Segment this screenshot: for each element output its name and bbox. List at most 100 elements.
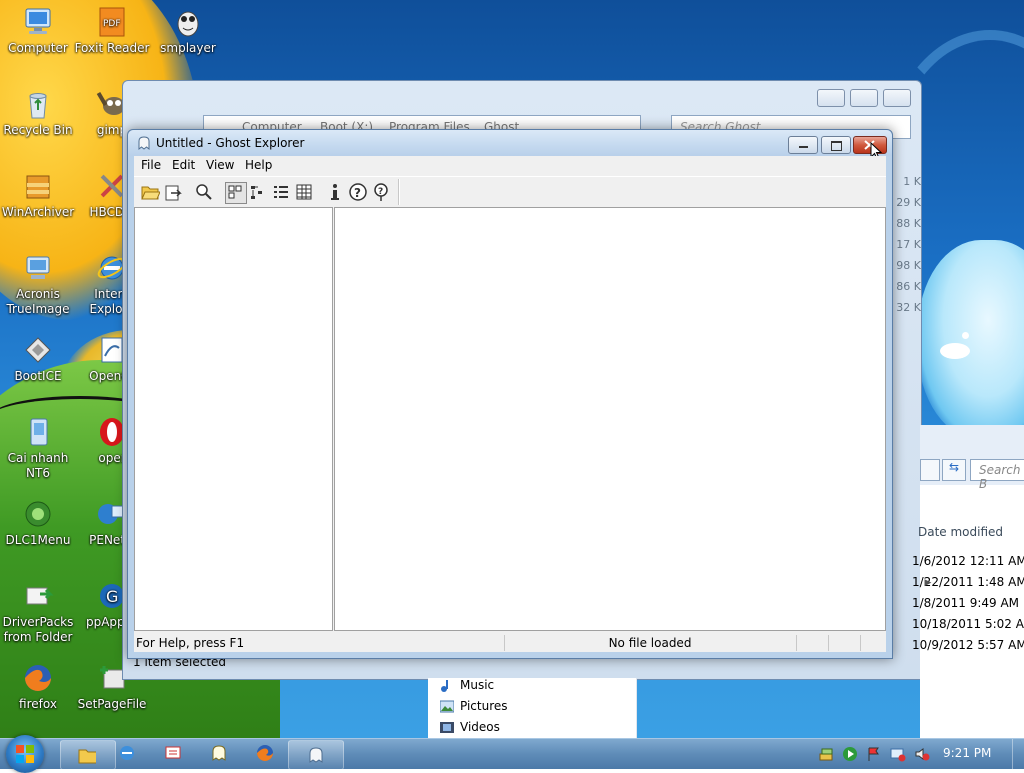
size-cell: 86 K xyxy=(896,280,921,293)
nav-item-music[interactable]: Music xyxy=(441,675,495,696)
menu-help[interactable]: Help xyxy=(245,158,272,172)
desktop-icon-acronis[interactable]: Acronis TrueImage xyxy=(0,252,76,317)
maximize-icon xyxy=(831,141,842,151)
taskbar-explorer[interactable] xyxy=(60,740,116,770)
menu-file[interactable]: File xyxy=(141,158,161,172)
nav-item-pictures[interactable]: Pictures xyxy=(440,696,508,717)
tray-stack-icon[interactable] xyxy=(818,746,834,762)
network-taskbar-icon[interactable] xyxy=(164,744,182,762)
clock[interactable]: 9:21 PM xyxy=(943,746,991,760)
firefox-taskbar-icon[interactable] xyxy=(256,744,274,762)
ghost-explorer-taskbar-icon xyxy=(309,747,323,763)
context-help-button[interactable]: ? xyxy=(371,182,391,202)
ghost-app-icon xyxy=(138,136,150,151)
date-modified-header[interactable]: Date modified xyxy=(918,525,1003,539)
extract-icon xyxy=(165,185,182,201)
wallpaper-cloud xyxy=(918,240,1024,440)
view-list-button[interactable] xyxy=(271,182,291,202)
status-help-text: For Help, press F1 xyxy=(136,636,245,650)
back-size-column: 1 K 29 K 88 K 17 K 98 K 86 K 32 K xyxy=(893,171,921,318)
svg-text:G: G xyxy=(106,587,118,606)
properties-button[interactable] xyxy=(325,182,345,202)
title-bar[interactable]: Untitled - Ghost Explorer xyxy=(128,130,892,160)
show-desktop-button[interactable] xyxy=(1012,739,1024,769)
date-cell: 1/6/2012 12:11 AM xyxy=(912,554,1024,568)
computer-icon xyxy=(22,6,54,38)
size-cell: 1 K xyxy=(903,175,921,188)
resize-grip[interactable] xyxy=(860,635,885,651)
desktop-icon-computer[interactable]: Computer xyxy=(0,6,76,56)
details-view-icon xyxy=(296,184,312,200)
cloud-eye xyxy=(962,332,969,339)
desktop-icon-dlc1menu[interactable]: DLC1Menu xyxy=(0,498,76,548)
media-player-tray-icon[interactable] xyxy=(842,746,858,762)
svg-text:?: ? xyxy=(354,186,361,200)
minimize-button[interactable] xyxy=(788,136,818,154)
refresh-icon[interactable]: ⇆ xyxy=(942,459,966,481)
desktop-icon-firefox[interactable]: firefox xyxy=(0,662,76,712)
back-maximize-button[interactable] xyxy=(850,89,878,107)
scroll-right-icon[interactable]: ▶ xyxy=(920,575,936,591)
library-dropdown-button[interactable] xyxy=(920,459,940,481)
library-window[interactable]: ⇆ Search B Date modified 1/6/2012 12:11 … xyxy=(912,425,1024,738)
installer-icon xyxy=(22,416,54,448)
size-cell: 17 K xyxy=(896,238,921,251)
nav-label: Music xyxy=(460,678,495,692)
help-button[interactable]: ? xyxy=(348,182,368,202)
pdf-icon: PDF xyxy=(96,6,128,38)
library-search-input[interactable]: Search B xyxy=(970,459,1024,491)
taskbar-ghost-explorer[interactable] xyxy=(288,740,344,770)
start-button[interactable] xyxy=(6,735,44,773)
tree-pane[interactable] xyxy=(134,207,333,631)
videos-icon xyxy=(440,722,454,733)
svg-text:?: ? xyxy=(378,187,383,197)
size-cell: 88 K xyxy=(896,217,921,230)
minimize-icon xyxy=(799,146,808,148)
maximize-button[interactable] xyxy=(821,136,851,154)
open-button[interactable] xyxy=(140,182,161,202)
size-cell: 29 K xyxy=(896,196,921,209)
large-icons-view-icon xyxy=(228,185,242,199)
size-cell: 98 K xyxy=(896,259,921,272)
menu-edit[interactable]: Edit xyxy=(172,158,195,172)
list-view-icon xyxy=(274,186,288,198)
network-tray-icon[interactable] xyxy=(890,746,906,762)
file-list-pane[interactable] xyxy=(334,207,886,631)
pictures-icon xyxy=(440,700,454,713)
svg-text:PDF: PDF xyxy=(103,19,121,29)
desktop-icon-foxit-reader[interactable]: PDF Foxit Reader xyxy=(74,6,150,56)
archive-icon xyxy=(22,170,54,202)
ghost-explorer-window[interactable]: Untitled - Ghost Explorer File Edit View… xyxy=(127,129,893,659)
library-search-placeholder: Search B xyxy=(979,463,1021,491)
back-minimize-button[interactable] xyxy=(817,89,845,107)
desktop-icon-smplayer[interactable]: smplayer xyxy=(150,6,226,56)
desktop-icon-driverpacks[interactable]: DriverPacks from Folder xyxy=(0,580,76,645)
view-details-button[interactable] xyxy=(294,182,314,202)
library-navigation-pane: Music Pictures Videos xyxy=(428,678,637,738)
menu-view[interactable]: View xyxy=(206,158,234,172)
desktop-icon-bootice[interactable]: BootICE xyxy=(0,334,76,384)
smplayer-icon xyxy=(172,6,204,38)
volume-muted-icon[interactable] xyxy=(914,746,930,762)
desktop-icon-cai-nhanh[interactable]: Cai nhanh NT6 xyxy=(0,416,76,481)
driverpacks-icon xyxy=(22,580,54,612)
desktop-icon-winarchiver[interactable]: WinArchiver xyxy=(0,170,76,220)
flag-tray-icon[interactable] xyxy=(866,746,882,762)
taskbar: 9:21 PM xyxy=(0,735,1024,773)
find-button[interactable] xyxy=(194,182,214,202)
ghost-taskbar-icon[interactable] xyxy=(210,744,228,762)
status-panel xyxy=(828,635,859,651)
view-small-icons-button[interactable] xyxy=(248,182,268,202)
nav-item-videos[interactable]: Videos xyxy=(440,717,500,738)
extract-button[interactable] xyxy=(163,182,183,202)
desktop-icon-recycle-bin[interactable]: Recycle Bin xyxy=(0,88,76,138)
search-icon xyxy=(196,184,212,200)
date-cell: 10/18/2011 5:02 AM xyxy=(912,617,1024,631)
back-close-button[interactable] xyxy=(883,89,911,107)
cloud-mouth xyxy=(940,343,970,359)
status-bar: For Help, press F1 No file loaded xyxy=(134,632,886,652)
internet-explorer-taskbar-icon[interactable] xyxy=(118,744,136,762)
view-large-icons-button[interactable] xyxy=(225,182,247,204)
small-icons-view-icon xyxy=(251,186,262,199)
recycle-bin-icon xyxy=(22,88,54,120)
